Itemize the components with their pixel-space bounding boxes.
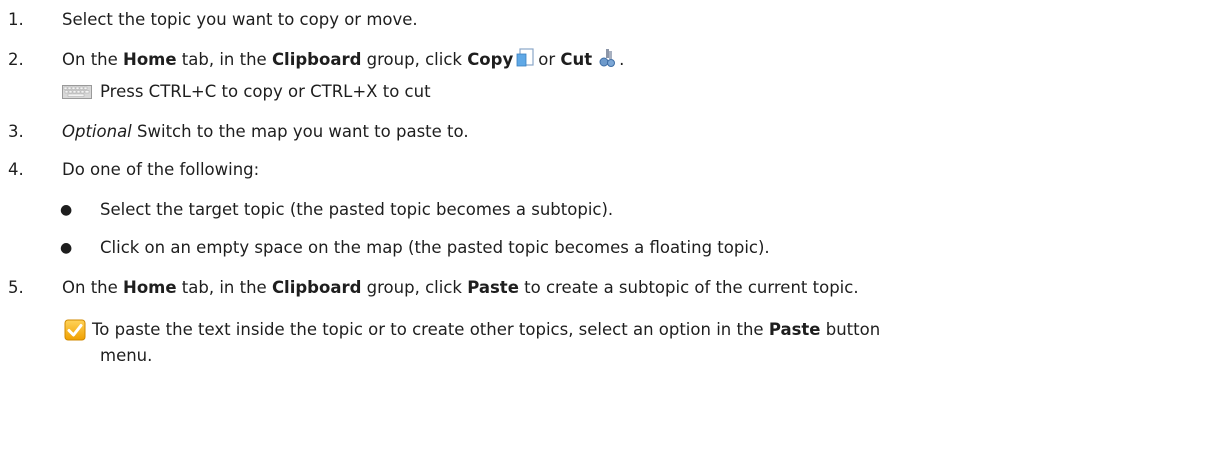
- checkmark-tip-icon: [64, 319, 86, 348]
- paste-command-label: Paste: [467, 278, 519, 297]
- step-3-text: Optional Switch to the map you want to p…: [62, 122, 469, 141]
- home-tab-label: Home: [123, 50, 177, 69]
- copy-icon: [516, 48, 536, 75]
- step-5-number: 5.: [8, 278, 24, 297]
- list-item-text: Click on an empty space on the map (the …: [100, 238, 770, 257]
- keyboard-shortcut-text: Press CTRL+C to copy or CTRL+X to cut: [100, 82, 431, 101]
- step-4-number: 4.: [8, 160, 24, 179]
- step-2-text: On the Home tab, in the Clipboard group,…: [62, 48, 624, 75]
- step-2-number: 2.: [8, 50, 24, 69]
- cut-command-label: Cut: [560, 50, 593, 69]
- step-1-number: 1.: [8, 10, 24, 29]
- tip-text: To paste the text inside the topic or to…: [92, 320, 881, 339]
- step-1-text: Select the topic you want to copy or mov…: [62, 10, 418, 29]
- clipboard-group-label: Clipboard: [271, 278, 362, 297]
- step-3-number: 3.: [8, 122, 24, 141]
- home-tab-label: Home: [123, 278, 177, 297]
- cut-icon: [597, 48, 617, 75]
- bullet-icon: ●: [60, 202, 73, 218]
- copy-command-label: Copy: [467, 50, 514, 69]
- clipboard-group-label: Clipboard: [271, 50, 362, 69]
- paste-button-label: Paste: [768, 320, 821, 339]
- step-5-text: On the Home tab, in the Clipboard group,…: [62, 278, 859, 297]
- bullet-icon: ●: [60, 240, 73, 256]
- optional-label: Optional: [62, 122, 132, 141]
- list-item-text: Select the target topic (the pasted topi…: [100, 200, 614, 219]
- step-4-text: Do one of the following:: [62, 160, 260, 179]
- keyboard-icon: [62, 82, 92, 106]
- tip-text-continued: menu.: [100, 346, 153, 365]
